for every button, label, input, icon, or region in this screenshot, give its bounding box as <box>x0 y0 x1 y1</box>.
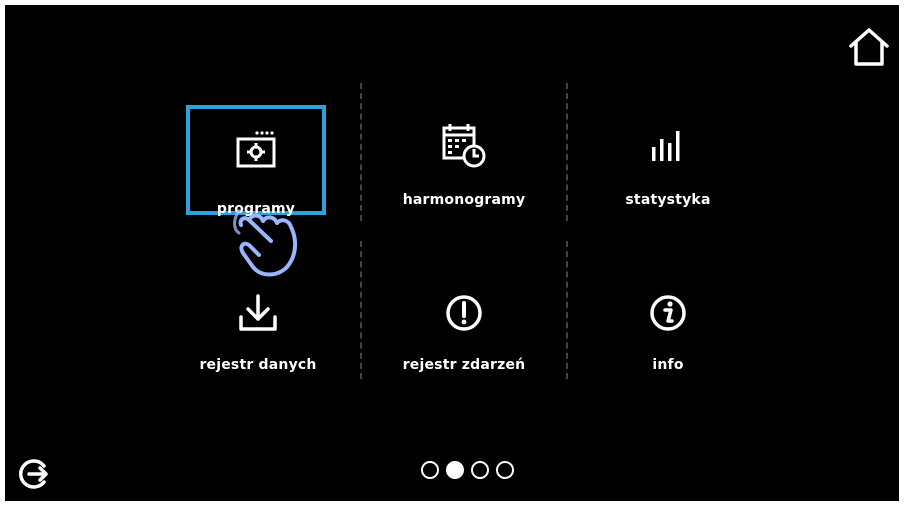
menu-item-rejestr-zdarzen[interactable]: rejestr zdarzeń <box>394 275 534 385</box>
exit-icon <box>19 459 48 489</box>
divider <box>566 83 568 221</box>
menu-item-label: rejestr zdarzeń <box>402 357 526 373</box>
menu-item-harmonogramy[interactable]: harmonogramy <box>394 101 534 211</box>
bar-chart-icon <box>652 131 680 161</box>
menu-item-programy[interactable]: programy <box>186 105 326 217</box>
menu-item-rejestr-danych[interactable]: rejestr danych <box>188 275 328 385</box>
info-icon <box>650 295 686 331</box>
exit-button[interactable] <box>17 457 51 491</box>
menu-item-label: statystyka <box>625 192 711 208</box>
alert-icon <box>446 295 482 331</box>
page-dot[interactable] <box>496 461 514 479</box>
menu-item-label: programy <box>216 201 296 217</box>
menu-item-statystyka[interactable]: statystyka <box>598 101 738 211</box>
divider <box>566 241 568 379</box>
page-dot-active[interactable] <box>446 461 464 479</box>
calendar-schedule-icon <box>442 124 486 168</box>
menu-item-label: harmonogramy <box>402 192 526 208</box>
home-icon <box>849 28 889 66</box>
home-button[interactable] <box>847 25 891 69</box>
divider <box>360 83 362 221</box>
download-icon <box>239 294 277 331</box>
divider <box>360 241 362 379</box>
menu-item-label: rejestr danych <box>199 357 317 373</box>
device-screen: programy harmonogramy statystyka rejestr… <box>5 5 899 501</box>
page-dot[interactable] <box>421 461 439 479</box>
program-settings-icon <box>236 131 276 168</box>
menu-item-info[interactable]: info <box>598 275 738 385</box>
menu-item-label: info <box>652 357 684 373</box>
page-dot[interactable] <box>471 461 489 479</box>
page-indicator <box>421 461 514 479</box>
